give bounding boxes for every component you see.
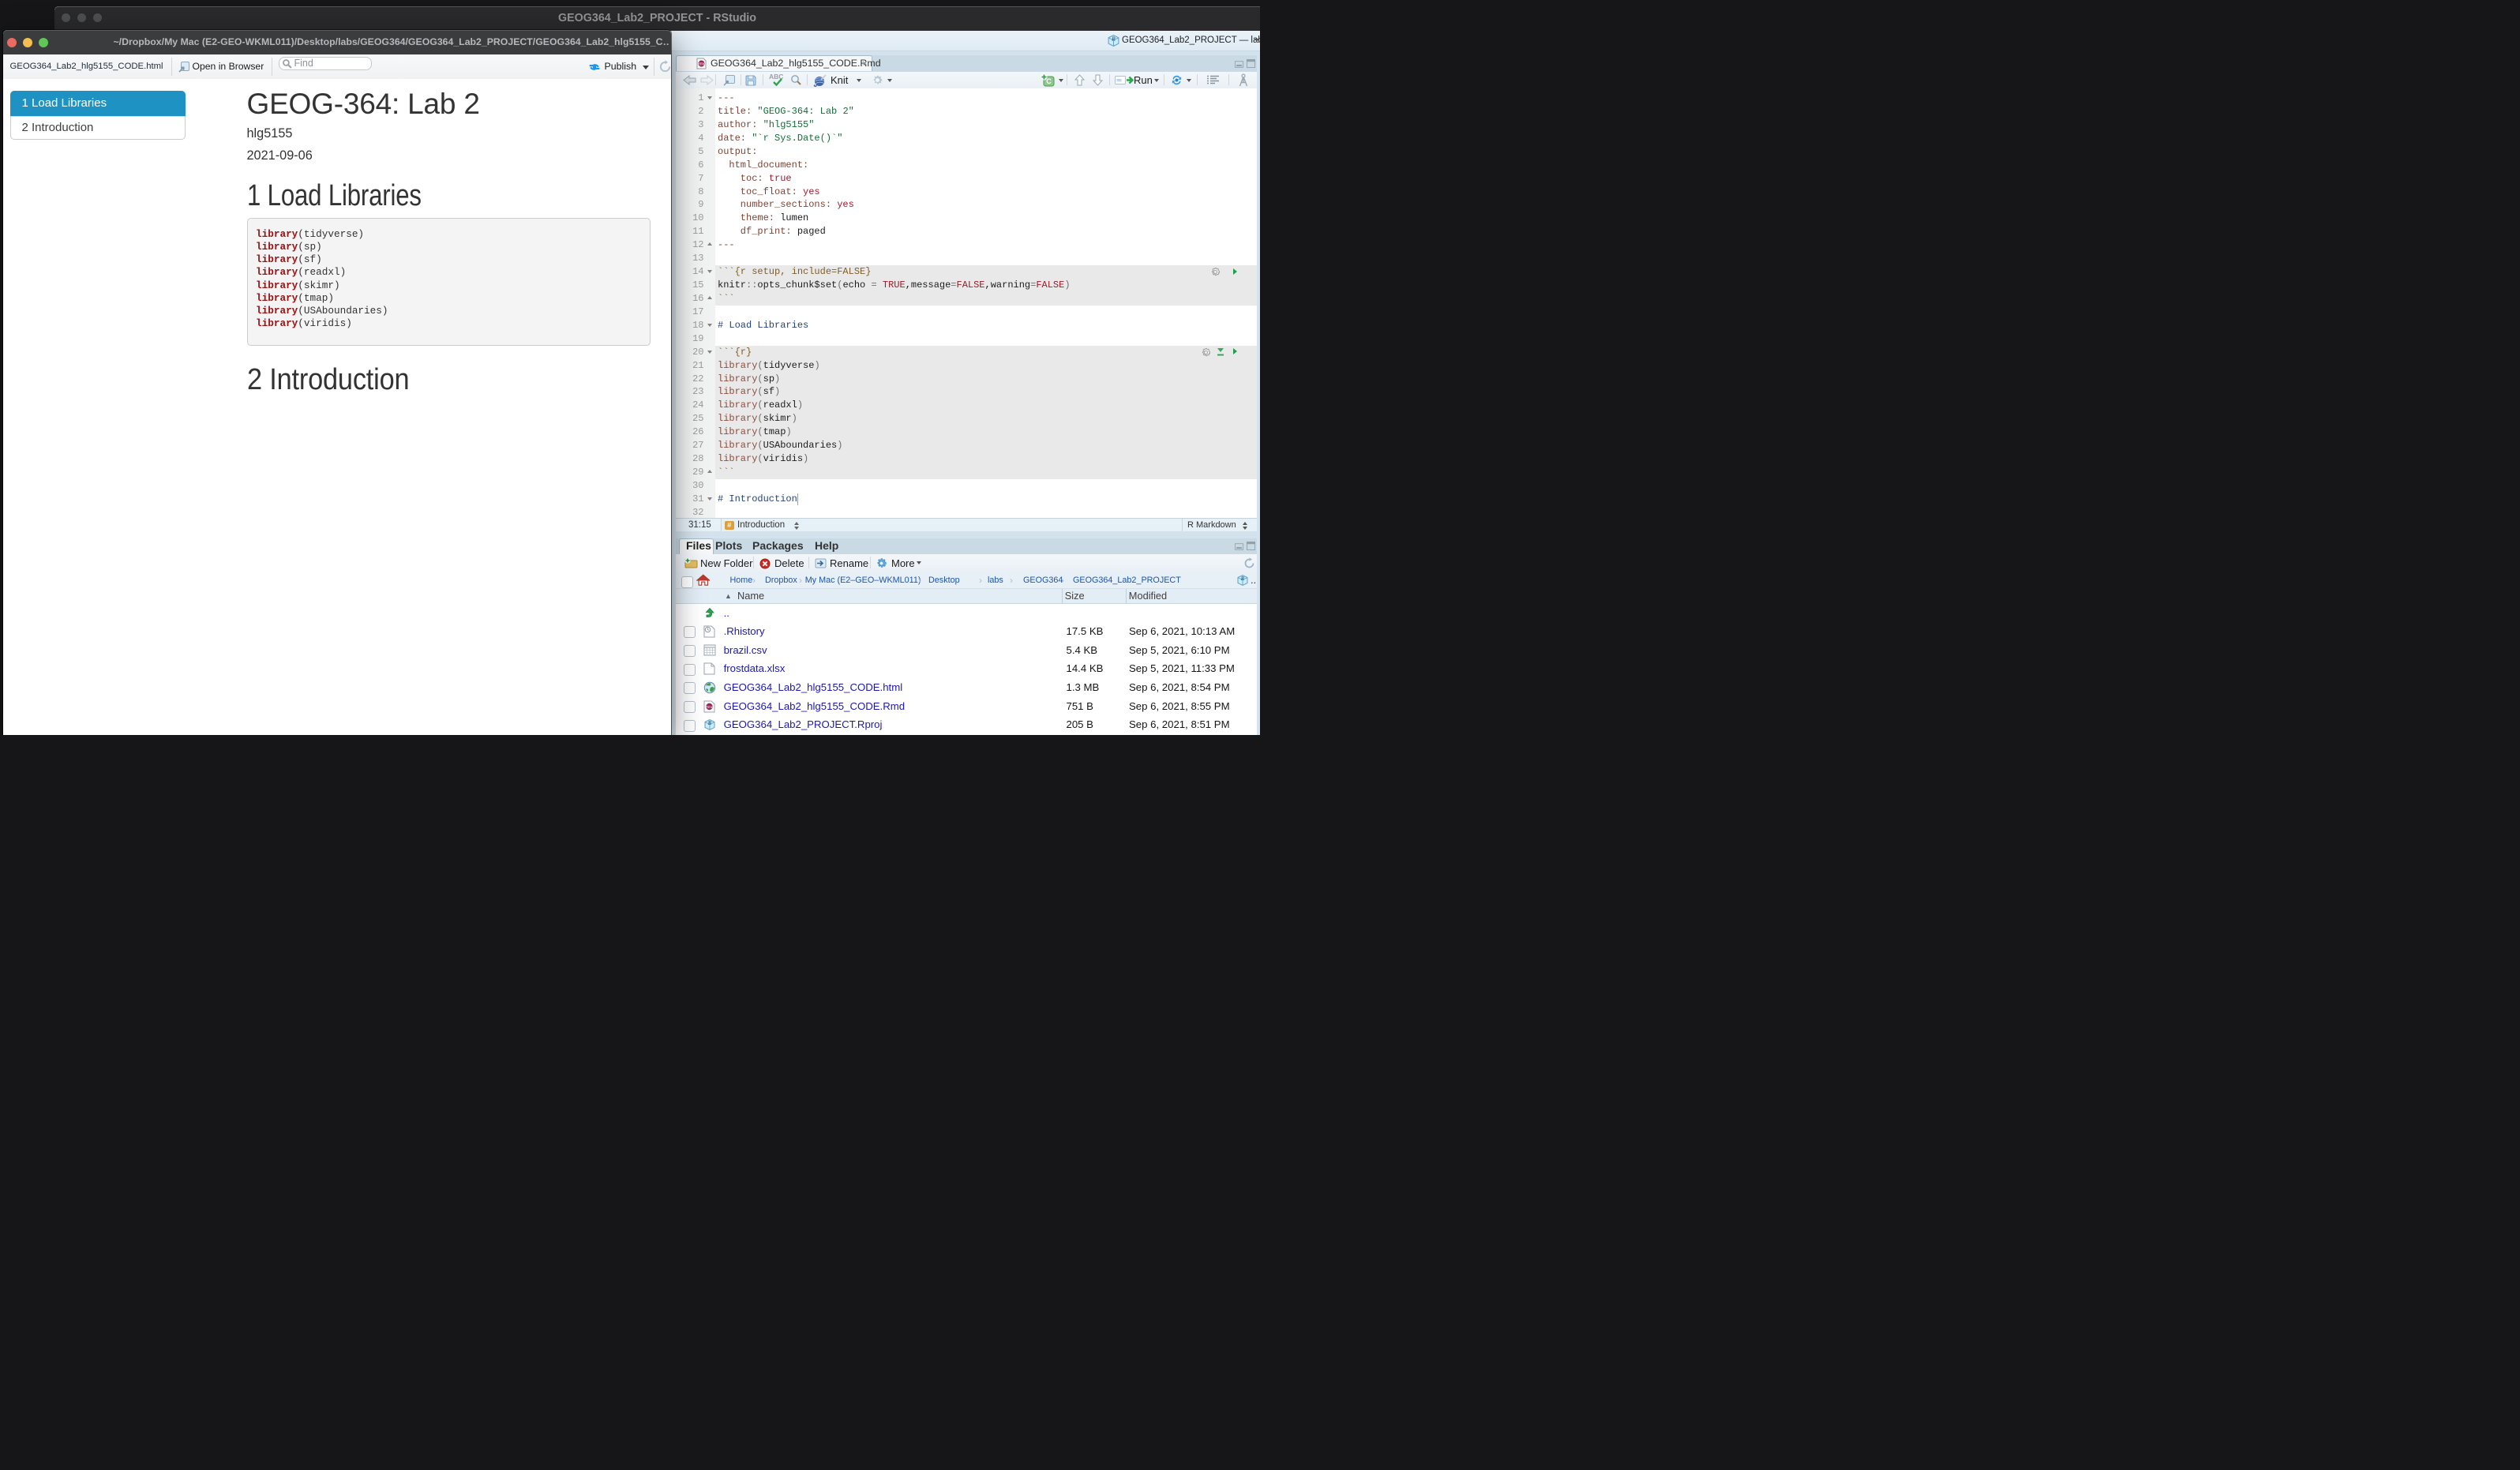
svg-text:R: R xyxy=(1240,576,1245,582)
svg-text:R: R xyxy=(1111,35,1116,42)
svg-text:Rmd: Rmd xyxy=(706,704,714,708)
svg-text:C: C xyxy=(1046,77,1052,85)
svg-text:Rmd: Rmd xyxy=(697,62,706,67)
svg-text:R: R xyxy=(707,720,712,726)
